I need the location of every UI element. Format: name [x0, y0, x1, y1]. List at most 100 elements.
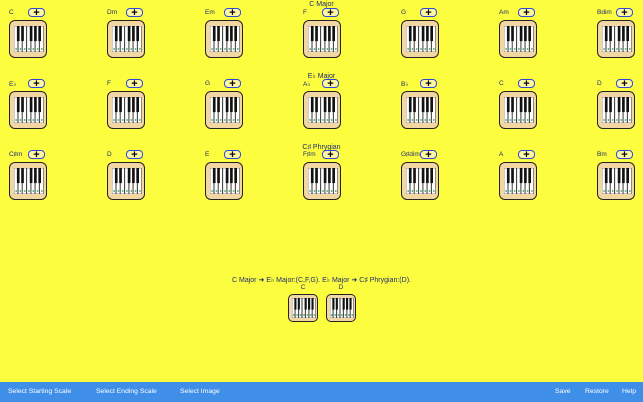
chord-cell[interactable]: Bdim +	[597, 7, 637, 58]
add-chord-button[interactable]: +	[224, 149, 241, 160]
chord-cell[interactable]: B♭ +	[401, 78, 441, 129]
select-ending-scale-button[interactable]: Select Ending Scale	[96, 388, 157, 395]
add-chord-button[interactable]: +	[322, 149, 339, 160]
chord-label: Bdim	[597, 9, 612, 16]
chord-cell[interactable]: F +	[303, 7, 343, 58]
chord-cell[interactable]: D +	[597, 78, 637, 129]
add-chord-button[interactable]: +	[518, 149, 535, 160]
chord-label: Am	[499, 9, 509, 16]
add-chord-button[interactable]: +	[420, 78, 437, 89]
piano-keyboard-icon	[303, 162, 341, 200]
piano-keyboard-icon	[205, 162, 243, 200]
add-chord-button[interactable]: +	[616, 7, 633, 18]
chord-label: A	[499, 151, 504, 158]
chord-cell[interactable]: E +	[205, 149, 245, 200]
chord-cell[interactable]: A♭ +	[303, 78, 343, 129]
add-chord-button[interactable]: +	[616, 78, 633, 89]
progression-chord-1[interactable]: C	[288, 284, 318, 324]
add-chord-button[interactable]: +	[322, 7, 339, 18]
piano-keyboard-icon	[107, 20, 145, 58]
chord-label: Bm	[597, 151, 607, 158]
select-starting-scale-button[interactable]: Select Starting Scale	[8, 388, 71, 395]
save-button[interactable]: Save	[555, 388, 571, 395]
chord-cell[interactable]: F♯m +	[303, 149, 343, 200]
piano-keyboard-icon	[401, 162, 439, 200]
piano-keyboard-icon	[205, 91, 243, 129]
chord-label: D	[597, 80, 602, 87]
piano-keyboard-icon	[107, 162, 145, 200]
progression-chord-label: D	[338, 284, 344, 291]
add-chord-button[interactable]: +	[126, 149, 143, 160]
piano-keyboard-icon	[9, 162, 47, 200]
chord-label: D	[107, 151, 112, 158]
chord-cell[interactable]: C +	[9, 7, 49, 58]
piano-keyboard-icon	[9, 91, 47, 129]
piano-keyboard-icon	[401, 20, 439, 58]
scale-title-3: C♯ Phrygian	[302, 144, 341, 151]
bottom-toolbar: Select Starting Scale Select Ending Scal…	[0, 382, 643, 402]
restore-button[interactable]: Restore	[585, 388, 609, 395]
add-chord-button[interactable]: +	[126, 7, 143, 18]
chord-cell[interactable]: G +	[205, 78, 245, 129]
chord-label: E♭	[9, 81, 17, 88]
piano-keyboard-icon	[499, 20, 537, 58]
chord-label: G	[205, 80, 211, 87]
chord-label: F	[303, 9, 307, 16]
help-button[interactable]: Help	[622, 388, 636, 395]
chord-label: Em	[205, 9, 215, 16]
progression-chord-2[interactable]: D	[326, 284, 356, 324]
piano-keyboard-icon	[303, 20, 341, 58]
add-chord-button[interactable]: +	[28, 7, 45, 18]
piano-keyboard-icon	[205, 20, 243, 58]
piano-keyboard-icon	[9, 20, 47, 58]
add-chord-button[interactable]: +	[518, 78, 535, 89]
chord-cell[interactable]: D +	[107, 149, 147, 200]
piano-keyboard-icon	[499, 162, 537, 200]
add-chord-button[interactable]: +	[420, 7, 437, 18]
chord-cell[interactable]: Am +	[499, 7, 539, 58]
add-chord-button[interactable]: +	[616, 149, 633, 160]
piano-keyboard-icon	[597, 162, 635, 200]
select-image-button[interactable]: Select Image	[180, 388, 220, 395]
chord-cell[interactable]: F +	[107, 78, 147, 129]
scale-title-1: C Major	[309, 1, 334, 8]
piano-keyboard-icon	[597, 91, 635, 129]
piano-keyboard-icon	[401, 91, 439, 129]
chord-cell[interactable]: C♯m +	[9, 149, 49, 200]
piano-keyboard-icon	[326, 294, 356, 322]
chord-label: A♭	[303, 81, 311, 88]
add-chord-button[interactable]: +	[126, 78, 143, 89]
chord-label: C	[9, 9, 14, 16]
add-chord-button[interactable]: +	[224, 78, 241, 89]
chord-cell[interactable]: G +	[401, 7, 441, 58]
chord-label: B♭	[401, 81, 409, 88]
chord-label: Dm	[107, 9, 118, 16]
chord-label: E	[205, 151, 210, 158]
piano-keyboard-icon	[303, 91, 341, 129]
add-chord-button[interactable]: +	[518, 7, 535, 18]
add-chord-button[interactable]: +	[28, 78, 45, 89]
chord-cell[interactable]: G♯dim +	[401, 149, 441, 200]
chord-label: C	[499, 80, 504, 87]
chord-cell[interactable]: Dm +	[107, 7, 147, 58]
chord-cell[interactable]: Bm +	[597, 149, 637, 200]
piano-keyboard-icon	[597, 20, 635, 58]
piano-keyboard-icon	[499, 91, 537, 129]
add-chord-button[interactable]: +	[28, 149, 45, 160]
piano-keyboard-icon	[288, 294, 318, 322]
chord-label: G♯dim	[401, 151, 420, 158]
chord-cell[interactable]: C +	[499, 78, 539, 129]
chord-cell[interactable]: Em +	[205, 7, 245, 58]
add-chord-button[interactable]: +	[322, 78, 339, 89]
chord-label: G	[401, 9, 407, 16]
add-chord-button[interactable]: +	[224, 7, 241, 18]
chord-label: F	[107, 80, 111, 87]
chord-label: C♯m	[9, 151, 23, 158]
chord-cell[interactable]: A +	[499, 149, 539, 200]
add-chord-button[interactable]: +	[420, 149, 437, 160]
scale-title-2: E♭ Major	[307, 73, 336, 80]
piano-keyboard-icon	[107, 91, 145, 129]
progression-summary: C Major ➜ E♭ Major:(C,F,G). E♭ Major ➜ C…	[232, 277, 411, 284]
chord-cell[interactable]: E♭ +	[9, 78, 49, 129]
chord-label: F♯m	[303, 151, 316, 158]
